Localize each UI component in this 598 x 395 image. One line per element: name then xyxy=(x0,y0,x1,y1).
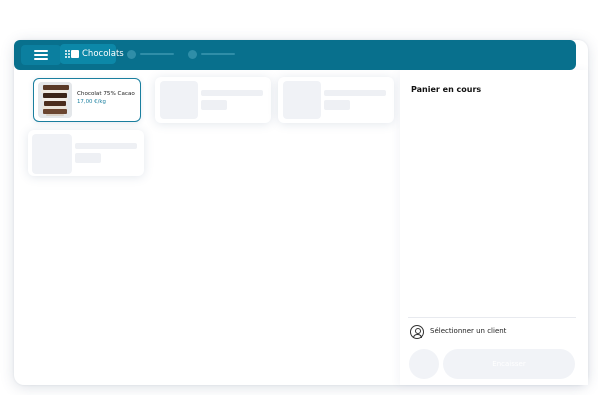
product-image-placeholder xyxy=(283,81,321,119)
user-circle-icon xyxy=(410,325,424,339)
category-tab-label: Chocolats xyxy=(82,49,124,59)
product-image xyxy=(38,82,72,118)
top-navigation-bar: Chocolats xyxy=(14,40,576,70)
product-card-placeholder xyxy=(278,77,394,123)
product-card-placeholder xyxy=(28,130,144,176)
checkout-button[interactable]: Encaisser xyxy=(443,349,575,379)
product-price: 17,00 €/kg xyxy=(77,99,106,105)
grid-category-icon xyxy=(65,50,79,58)
product-card[interactable]: Chocolat 75% Cacao 17,00 €/kg xyxy=(33,78,141,122)
product-image-placeholder xyxy=(32,134,72,174)
divider xyxy=(408,317,576,318)
hamburger-menu-icon[interactable] xyxy=(21,45,61,65)
product-grid: Chocolat 75% Cacao 17,00 €/kg xyxy=(14,70,400,385)
cart-panel: Panier en cours Sélectionner un client E… xyxy=(400,70,588,385)
product-name: Chocolat 75% Cacao xyxy=(77,91,135,97)
product-image-placeholder xyxy=(160,81,198,119)
category-tab-chocolats[interactable]: Chocolats xyxy=(60,44,124,64)
product-card-placeholder xyxy=(155,77,271,123)
cart-title: Panier en cours xyxy=(411,85,482,94)
secondary-action-button[interactable] xyxy=(409,349,439,379)
select-client-label: Sélectionner un client xyxy=(430,327,507,335)
